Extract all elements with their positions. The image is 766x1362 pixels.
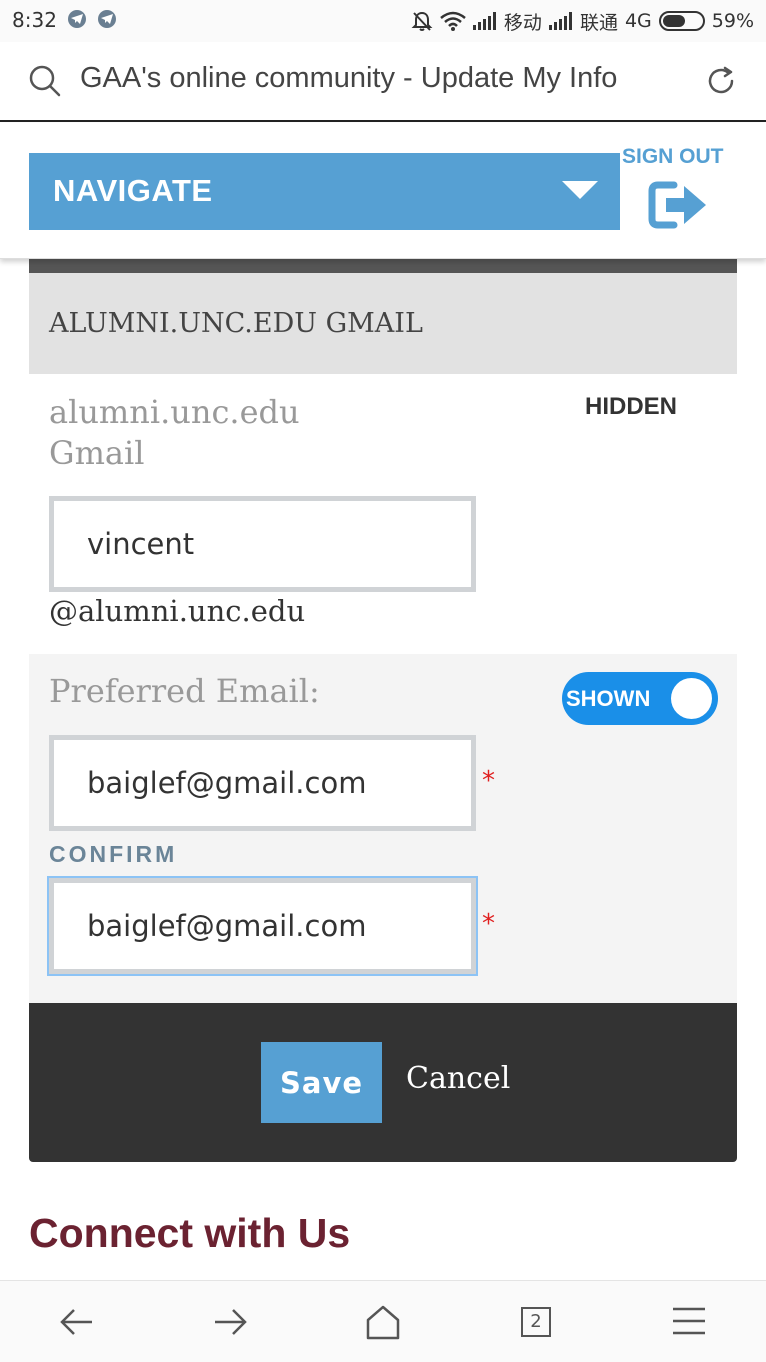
- toggle-knob: [671, 678, 712, 719]
- forward-arrow-icon[interactable]: [211, 1303, 249, 1345]
- sign-out-button[interactable]: SIGN OUT: [622, 145, 742, 235]
- navigate-dropdown[interactable]: NAVIGATE: [29, 153, 620, 230]
- section-header: ALUMNI.UNC.EDU GMAIL: [29, 273, 737, 374]
- navigate-label: NAVIGATE: [53, 173, 213, 208]
- gmail-field-label-line2: Gmail: [49, 434, 145, 472]
- preferred-email-label: Preferred Email:: [49, 672, 320, 710]
- section-title: ALUMNI.UNC.EDU GMAIL: [49, 308, 423, 339]
- signal-icon: [472, 12, 497, 30]
- clock: 8:32: [12, 8, 57, 32]
- cancel-link[interactable]: Cancel: [406, 1061, 510, 1096]
- required-marker: *: [482, 909, 495, 939]
- form-action-bar: Save Cancel: [29, 1003, 737, 1162]
- confirm-label: CONFIRM: [49, 841, 178, 867]
- browser-address-bar[interactable]: GAA's online community - Update My Info: [0, 42, 766, 122]
- wifi-icon: [440, 11, 466, 31]
- connect-heading: Connect with Us: [29, 1210, 351, 1256]
- battery-percent: 59%: [711, 10, 754, 32]
- bell-off-icon: [411, 10, 433, 32]
- preferred-email-field[interactable]: baiglef@gmail.com: [49, 735, 476, 831]
- sign-out-icon: [648, 179, 710, 235]
- battery-icon: [658, 11, 705, 31]
- gmail-username-field[interactable]: vincent: [49, 496, 476, 592]
- reload-icon[interactable]: [704, 64, 738, 102]
- required-marker: *: [482, 766, 495, 796]
- carrier-2-label: 联通: [579, 11, 618, 34]
- section-divider: [29, 259, 737, 273]
- carrier-1-label: 移动: [503, 11, 542, 34]
- visibility-status[interactable]: HIDDEN: [585, 393, 677, 421]
- home-icon[interactable]: [364, 1303, 402, 1345]
- tabs-button[interactable]: 2: [521, 1307, 551, 1337]
- status-bar: 8:32 移动 联通 4G 59%: [0, 0, 766, 42]
- battery-level: [662, 15, 685, 27]
- toggle-label: SHOWN: [566, 686, 651, 711]
- search-icon[interactable]: [28, 64, 62, 102]
- page-title[interactable]: GAA's online community - Update My Info: [80, 62, 617, 95]
- status-indicators: 移动 联通 4G 59%: [411, 8, 754, 34]
- telegram-icon: [68, 10, 86, 28]
- sign-out-label: SIGN OUT: [622, 145, 724, 168]
- gmail-field-label: alumni.unc.edu Gmail: [49, 392, 349, 474]
- telegram-icon: [98, 10, 116, 28]
- menu-icon[interactable]: [671, 1303, 707, 1343]
- signal-icon: [548, 12, 573, 30]
- confirm-email-field[interactable]: baiglef@gmail.com: [49, 878, 476, 974]
- site-header: NAVIGATE SIGN OUT: [0, 123, 766, 259]
- network-type: 4G: [624, 10, 652, 32]
- visibility-toggle[interactable]: SHOWN: [562, 672, 718, 725]
- caret-down-icon: [562, 181, 598, 199]
- gmail-field-label-line1: alumni.unc.edu: [49, 393, 300, 431]
- back-arrow-icon[interactable]: [58, 1303, 96, 1345]
- save-button[interactable]: Save: [261, 1042, 382, 1123]
- browser-bottom-nav: 2: [0, 1280, 766, 1362]
- preferred-email-block: Preferred Email: SHOWN baiglef@gmail.com…: [29, 654, 737, 1003]
- domain-suffix: @alumni.unc.edu: [49, 594, 306, 628]
